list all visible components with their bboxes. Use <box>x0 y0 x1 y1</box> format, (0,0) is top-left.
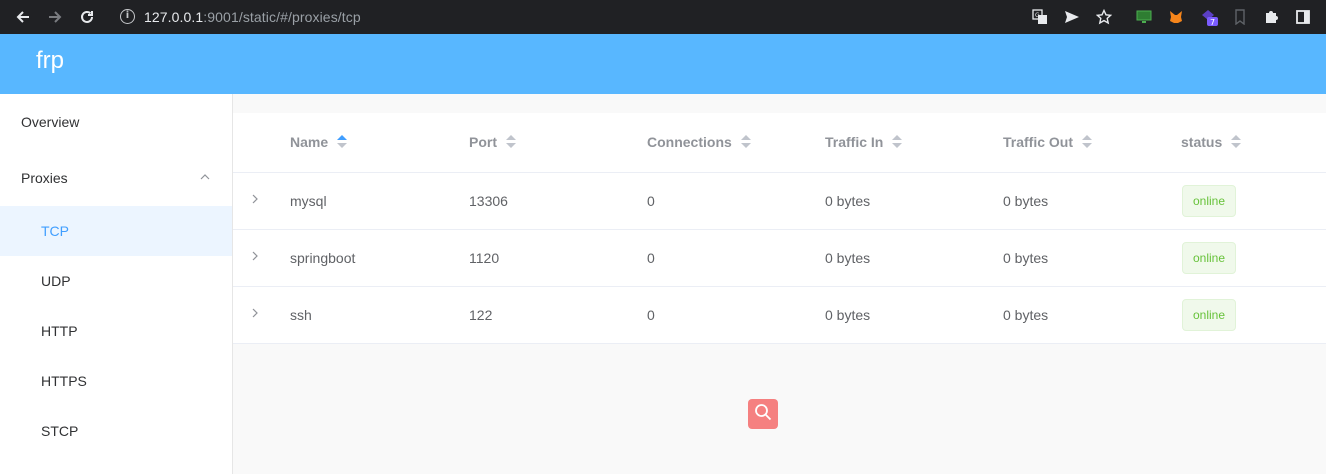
sidebar-item-label: Proxies <box>21 170 68 186</box>
table-header: Name Port Connections Traffic In Traffic… <box>233 113 1326 173</box>
column-label: Traffic In <box>825 134 884 150</box>
address-bar[interactable]: i 127.0.0.1:9001/static/#/proxies/tcp <box>108 3 1058 30</box>
translate-icon[interactable]: G <box>1027 4 1053 30</box>
app-header: frp <box>0 34 1326 94</box>
table-row[interactable]: mysql 13306 0 0 bytes 0 bytes online <box>233 173 1326 230</box>
cell-traffic-in: 0 bytes <box>825 307 871 323</box>
cell-traffic-in: 0 bytes <box>825 250 871 266</box>
table-row[interactable]: ssh 122 0 0 bytes 0 bytes online <box>233 287 1326 344</box>
sidebar-item-stcp[interactable]: STCP <box>0 406 232 456</box>
column-label: Traffic Out <box>1003 134 1074 150</box>
sidebar-item-https[interactable]: HTTPS <box>0 356 232 406</box>
browser-toolbar: i 127.0.0.1:9001/static/#/proxies/tcp G … <box>0 0 1326 34</box>
cell-traffic-in: 0 bytes <box>825 193 871 209</box>
brand-logo[interactable]: frp <box>36 47 64 75</box>
status-badge: online <box>1182 242 1237 274</box>
forward-icon[interactable] <box>40 3 70 31</box>
sort-caret-icon[interactable] <box>337 134 348 149</box>
column-header-name[interactable]: Name <box>290 113 348 172</box>
cell-port: 13306 <box>469 193 508 209</box>
send-icon[interactable] <box>1059 4 1085 30</box>
url-path: :9001/static/#/proxies/tcp <box>203 8 361 25</box>
status-badge: online <box>1182 185 1237 217</box>
sidebar-item-proxies[interactable]: Proxies <box>0 150 232 206</box>
puzzle-extensions-icon[interactable] <box>1258 4 1284 30</box>
cell-name: springboot <box>290 250 356 266</box>
column-label: status <box>1181 134 1223 150</box>
sort-caret-icon[interactable] <box>505 134 516 149</box>
sidebar-item-http[interactable]: HTTP <box>0 306 232 356</box>
search-icon <box>754 403 772 426</box>
bookmark-icon[interactable] <box>1227 4 1253 30</box>
column-label: Name <box>290 134 329 150</box>
column-header-traffic-out[interactable]: Traffic Out <box>1003 113 1092 172</box>
cell-traffic-out: 0 bytes <box>1003 193 1049 209</box>
cell-connections: 0 <box>647 307 655 323</box>
table-row[interactable]: springboot 1120 0 0 bytes 0 bytes online <box>233 230 1326 287</box>
metamask-extension-icon[interactable] <box>1163 4 1189 30</box>
chevron-right-icon[interactable] <box>251 230 259 286</box>
sort-caret-icon[interactable] <box>892 134 903 149</box>
sort-caret-icon[interactable] <box>1231 134 1242 149</box>
proxies-table: Name Port Connections Traffic In Traffic… <box>233 113 1326 344</box>
reload-icon[interactable] <box>72 3 102 31</box>
sort-caret-icon[interactable] <box>740 134 751 149</box>
cell-port: 122 <box>469 307 493 323</box>
sidebar: Overview Proxies TCP UDP HTTP HTTPS STCP <box>0 94 233 474</box>
sort-caret-icon[interactable] <box>1081 134 1092 149</box>
sidebar-item-overview[interactable]: Overview <box>0 94 232 150</box>
back-icon[interactable] <box>8 3 38 31</box>
column-header-status[interactable]: status <box>1181 113 1242 172</box>
cell-traffic-out: 0 bytes <box>1003 307 1049 323</box>
chevron-up-icon <box>200 150 210 206</box>
extension-badge: 7 <box>1210 18 1215 27</box>
side-panel-icon[interactable] <box>1290 4 1316 30</box>
column-header-port[interactable]: Port <box>469 113 516 172</box>
column-header-traffic-in[interactable]: Traffic In <box>825 113 903 172</box>
column-label: Port <box>469 134 497 150</box>
cell-connections: 0 <box>647 193 655 209</box>
monitor-extension-icon[interactable] <box>1131 4 1157 30</box>
url-text[interactable]: 127.0.0.1:9001/static/#/proxies/tcp <box>144 9 361 25</box>
main-content: Name Port Connections Traffic In Traffic… <box>233 94 1326 474</box>
url-host: 127.0.0.1 <box>144 8 204 25</box>
sidebar-item-udp[interactable]: UDP <box>0 256 232 306</box>
svg-text:G: G <box>1035 12 1040 19</box>
status-badge: online <box>1182 299 1237 331</box>
chevron-right-icon[interactable] <box>251 173 259 229</box>
bookmark-star-icon[interactable] <box>1091 4 1117 30</box>
chevron-right-icon[interactable] <box>251 287 259 343</box>
cell-connections: 0 <box>647 250 655 266</box>
column-header-connections[interactable]: Connections <box>647 113 751 172</box>
cell-traffic-out: 0 bytes <box>1003 250 1049 266</box>
sidebar-item-tcp[interactable]: TCP <box>0 206 232 256</box>
column-label: Connections <box>647 134 732 150</box>
purple-extension-icon[interactable]: 7 <box>1196 4 1222 30</box>
search-button[interactable] <box>748 399 778 429</box>
cell-name: ssh <box>290 307 312 323</box>
cell-name: mysql <box>290 193 327 209</box>
cell-port: 1120 <box>469 250 500 266</box>
site-info-icon[interactable]: i <box>120 9 135 24</box>
